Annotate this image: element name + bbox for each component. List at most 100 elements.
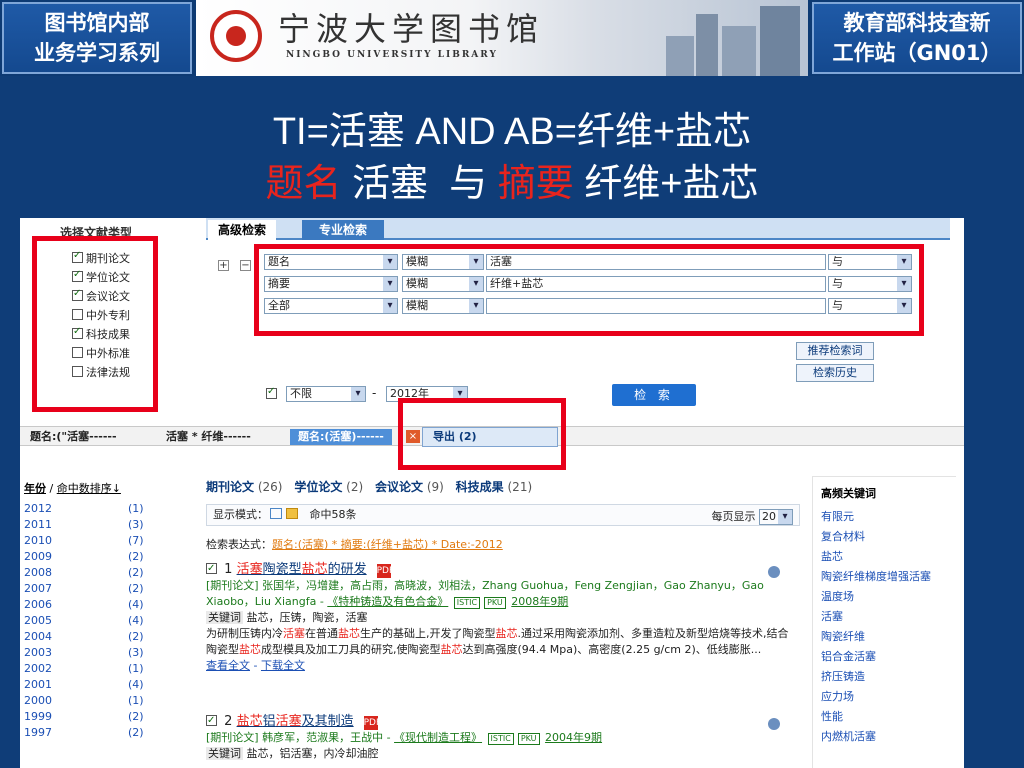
year-sort-header: 年份 / 命中数排序↓ [24,482,121,495]
sort-by-hits-link[interactable]: 命中数排序↓ [57,482,121,495]
keyword-link[interactable]: 活塞 [821,607,956,627]
year-filter-link[interactable]: 2011 [24,518,52,531]
per-page-control: 每页显示 20 [712,507,793,527]
keyword-link[interactable]: 内燃机活塞 [821,727,956,747]
year-filter-link[interactable]: 1999 [24,710,52,723]
journal-source-link[interactable]: 《特种铸造及有色合金》 [327,595,448,608]
keyword-link[interactable]: 有限元 [821,507,956,527]
year-filter-link[interactable]: 2007 [24,582,52,595]
istic-badge: ISTIC [487,733,514,745]
download-fulltext-link[interactable]: 下载全文 [261,659,305,672]
keyword-link[interactable]: 挤压铸造 [821,667,956,687]
add-row-icon[interactable]: + [218,260,229,271]
search-button[interactable]: 检 索 [612,384,696,406]
date-from-select[interactable]: 不限 [286,386,366,402]
year-filter-link[interactable]: 2009 [24,550,52,563]
issue-link[interactable]: 2004年9期 [545,731,602,744]
title-segment: 铝 [262,714,276,729]
journal-source-link[interactable]: 《现代制造工程》 [394,731,482,744]
library-name-cn: 宁波大学图书馆 [278,10,545,48]
search-history-button[interactable]: 检索历史 [796,364,874,382]
year-filter-link[interactable]: 2010 [24,534,52,547]
year-filter-link[interactable]: 2001 [24,678,52,691]
history-item-3[interactable]: 题名:(活塞)------ [290,429,392,445]
library-name-en: NINGBO UNIVERSITY LIBRARY [286,50,498,60]
pdf-icon[interactable]: PDF [363,716,381,730]
expand-circle-icon[interactable] [768,718,780,730]
list-view-icon[interactable] [270,508,282,519]
detail-view-icon[interactable] [286,508,298,519]
result-checkbox-icon[interactable] [206,713,217,729]
year-filter-link[interactable]: 2002 [24,662,52,675]
search-tabs: 高级检索 专业检索 [206,218,950,240]
remove-row-icon[interactable]: − [240,260,251,271]
result-title-link[interactable]: 盐芯铝活塞及其制造 [237,714,354,729]
year-count: (1) [128,694,144,707]
keyword-link[interactable]: 铝合金活塞 [821,647,956,667]
year-filter-link[interactable]: 2006 [24,598,52,611]
tab-professional-search[interactable]: 专业检索 [302,220,384,240]
year-count: (2) [128,726,144,739]
result-item-2: 2 盐芯铝活塞及其制造PDF [期刊论文] 韩彦军，范淑果，王战中 - 《现代制… [206,713,790,762]
year-filter-link[interactable]: 2003 [24,646,52,659]
year-count: (4) [128,678,144,691]
search-expression: 检索表达式：题名:(活塞) * 摘要:(纤维+盐芯) * Date:-2012 [206,538,503,551]
abstract-segment: 盐芯 [239,643,261,656]
search-expression-link[interactable]: 题名:(活塞) * 摘要:(纤维+盐芯) * Date:-2012 [272,538,503,551]
cat-achievement[interactable]: 科技成果 [456,480,504,494]
year-count: (1) [128,502,144,515]
pku-badge: PKU [517,733,540,745]
station-label-box: 教育部科技查新 工作站（GN01） [812,2,1022,74]
view-fulltext-link[interactable]: 查看全文 [206,659,250,672]
series-line1: 图书馆内部 [44,11,150,35]
year-filter-link[interactable]: 2008 [24,566,52,579]
year-filter-link[interactable]: 2000 [24,694,52,707]
year-count: (2) [128,582,144,595]
date-checkbox-icon[interactable] [266,386,277,399]
result-title-link[interactable]: 活塞陶瓷型盐芯的研发 [237,562,367,577]
keyword-link[interactable]: 应力场 [821,687,956,707]
title-segment: 盐芯 [236,714,263,729]
sort-by-year-link[interactable]: 年份 [24,482,46,495]
cat-thesis[interactable]: 学位论文 [294,480,342,494]
expand-circle-icon[interactable] [768,566,780,578]
keyword-link[interactable]: 陶瓷纤维 [821,627,956,647]
title-part-text2: 纤维+盐芯 [573,163,759,205]
per-page-select[interactable]: 20 [759,509,793,525]
slide-title-query: TI=活塞 AND AB=纤维+盐芯 [272,111,752,153]
year-filter-link[interactable]: 1997 [24,726,52,739]
title-part-field2: 摘要 [497,163,574,205]
year-filter-link[interactable]: 2005 [24,614,52,627]
history-item-1[interactable]: 题名:("活塞------ [30,429,117,445]
year-count: (2) [128,566,144,579]
year-filter-link[interactable]: 2004 [24,630,52,643]
university-seal-icon [210,10,262,62]
title-segment: 陶瓷型 [262,562,302,577]
search-screenshot: 选择文献类型 期刊论文 学位论文 会议论文 中外专利 科技成果 中外标准 法律法… [20,218,964,768]
series-label-box: 图书馆内部 业务学习系列 [2,2,192,74]
building-graphic [696,14,718,76]
recommend-terms-button[interactable]: 推荐检索词 [796,342,874,360]
year-count: (2) [128,550,144,563]
issue-link[interactable]: 2008年9期 [511,595,568,608]
cat-conference[interactable]: 会议论文 [375,480,423,494]
year-count: (2) [128,630,144,643]
keyword-link[interactable]: 性能 [821,707,956,727]
station-line1: 教育部科技查新 [843,11,991,35]
year-count: (3) [128,646,144,659]
keyword-link[interactable]: 温度场 [821,587,956,607]
tab-advanced-search[interactable]: 高级检索 [208,220,277,240]
result-checkbox-icon[interactable] [206,561,217,577]
title-segment: 的研发 [327,562,367,577]
history-item-2[interactable]: 活塞 * 纤维------ [166,429,251,445]
pdf-icon[interactable]: PDF [376,564,394,578]
highlight-box-search-rows [254,244,924,336]
abstract-segment: 活塞 [283,627,305,640]
keyword-link[interactable]: 盐芯 [821,547,956,567]
cat-journal[interactable]: 期刊论文 [206,480,254,494]
year-filter-link[interactable]: 2012 [24,502,52,515]
highlight-box-export [398,398,566,470]
keyword-link[interactable]: 复合材料 [821,527,956,547]
keyword-link[interactable]: 陶瓷纤维梯度增强活塞 [821,567,956,587]
result-item-1: 1 活塞陶瓷型盐芯的研发PDF [期刊论文] 张国华，冯增建，高占雨，高晓波，刘… [206,561,790,674]
